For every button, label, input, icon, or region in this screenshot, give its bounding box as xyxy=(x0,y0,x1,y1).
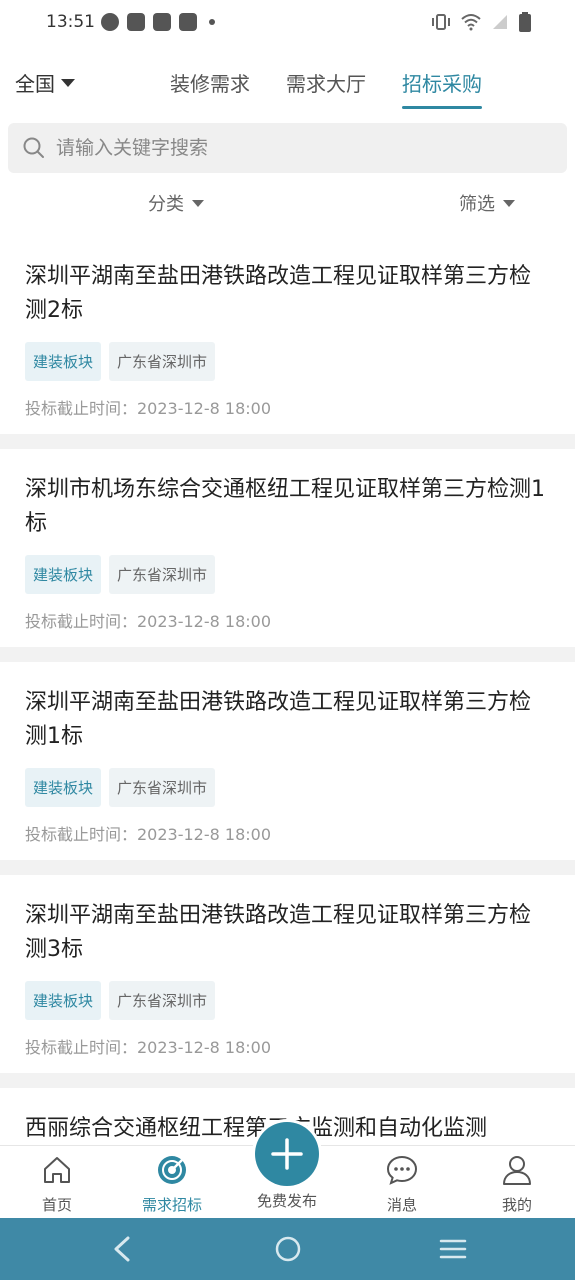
publish-button[interactable] xyxy=(255,1122,319,1186)
caret-down-icon xyxy=(192,199,204,207)
notification-icons xyxy=(101,13,215,31)
nav-messages[interactable]: 消息 xyxy=(357,1152,447,1215)
region-selector[interactable]: 全国 xyxy=(15,68,75,97)
system-status-icons xyxy=(431,12,531,32)
category-filter[interactable]: 分类 xyxy=(148,190,204,216)
nav-mine[interactable]: 我的 xyxy=(472,1152,562,1215)
search-icon xyxy=(23,137,44,158)
location-tag: 广东省深圳市 xyxy=(109,342,216,381)
nav-home-label: 首页 xyxy=(41,1196,72,1214)
bid-deadline: 投标截止时间：2023-12-8 18:00 xyxy=(25,825,272,844)
nav-publish-label: 免费发布 xyxy=(256,1192,317,1210)
sector-tag: 建装板块 xyxy=(25,555,102,594)
tab-bidding-procurement[interactable]: 招标采购 xyxy=(402,68,482,109)
list-item[interactable]: 深圳平湖南至盐田港铁路改造工程见证取样第三方检测1标 建装板块 广东省深圳市 投… xyxy=(0,647,575,860)
nav-mine-label: 我的 xyxy=(501,1196,532,1214)
nav-publish[interactable]: 免费发布 xyxy=(242,1190,332,1211)
user-icon xyxy=(503,1156,531,1185)
location-tag: 广东省深圳市 xyxy=(109,555,216,594)
wifi-icon xyxy=(461,14,481,31)
search-bar[interactable] xyxy=(8,123,567,173)
screen-filter[interactable]: 筛选 xyxy=(459,190,515,216)
item-tags: 建装板块 广东省深圳市 xyxy=(25,342,550,381)
vibrate-icon xyxy=(432,14,450,30)
system-navigation-bar xyxy=(0,1218,575,1280)
more-notifications-dot xyxy=(209,19,215,25)
caret-down-icon xyxy=(503,199,515,207)
home-circle-icon[interactable] xyxy=(273,1234,303,1264)
nav-demand-bidding[interactable]: 需求招标 xyxy=(127,1152,217,1215)
location-tag: 广东省深圳市 xyxy=(109,768,216,807)
bid-deadline: 投标截止时间：2023-12-8 18:00 xyxy=(25,399,272,418)
home-icon xyxy=(44,1157,70,1183)
shopping-bag-icon xyxy=(127,13,145,31)
tab-demand-hall[interactable]: 需求大厅 xyxy=(286,68,366,109)
nav-home[interactable]: 首页 xyxy=(12,1152,102,1215)
category-filter-label: 分类 xyxy=(148,194,184,215)
search-input[interactable] xyxy=(54,136,538,160)
item-title: 深圳平湖南至盐田港铁路改造工程见证取样第三方检测1标 xyxy=(25,690,532,749)
tab-decoration-demand[interactable]: 装修需求 xyxy=(170,68,250,109)
chat-bubble-icon xyxy=(386,1155,418,1185)
category-tabs: 装修需求 需求大厅 招标采购 xyxy=(170,68,482,109)
shopping-bag-icon xyxy=(153,13,171,31)
sector-tag: 建装板块 xyxy=(25,981,102,1020)
location-tag: 广东省深圳市 xyxy=(109,981,216,1020)
shopping-bag-icon xyxy=(179,13,197,31)
app-notification-icon xyxy=(101,13,119,31)
screen-filter-label: 筛选 xyxy=(459,194,495,215)
nav-demand-bidding-label: 需求招标 xyxy=(141,1196,202,1214)
item-tags: 建装板块 广东省深圳市 xyxy=(25,555,550,594)
list-item[interactable]: 深圳平湖南至盐田港铁路改造工程见证取样第三方检测3标 建装板块 广东省深圳市 投… xyxy=(0,860,575,1073)
caret-down-icon xyxy=(61,78,75,87)
item-title: 深圳平湖南至盐田港铁路改造工程见证取样第三方检测3标 xyxy=(25,903,532,962)
item-title: 深圳平湖南至盐田港铁路改造工程见证取样第三方检测2标 xyxy=(25,264,532,323)
item-tags: 建装板块 广东省深圳市 xyxy=(25,768,550,807)
list-item[interactable]: 深圳平湖南至盐田港铁路改造工程见证取样第三方检测2标 建装板块 广东省深圳市 投… xyxy=(0,236,575,434)
plus-icon xyxy=(271,1138,303,1170)
battery-icon xyxy=(519,12,531,32)
list-item[interactable]: 深圳市机场东综合交通枢纽工程见证取样第三方检测1标 建装板块 广东省深圳市 投标… xyxy=(0,434,575,647)
status-bar: 13:51 xyxy=(0,0,575,48)
sector-tag: 建装板块 xyxy=(25,342,102,381)
sector-tag: 建装板块 xyxy=(25,768,102,807)
region-label: 全国 xyxy=(15,72,55,96)
status-time: 13:51 xyxy=(46,12,95,32)
signal-icon xyxy=(493,15,507,29)
item-title: 深圳市机场东综合交通枢纽工程见证取样第三方检测1标 xyxy=(25,477,545,536)
back-icon[interactable] xyxy=(110,1234,134,1264)
top-navigation: 全国 装修需求 需求大厅 招标采购 xyxy=(0,56,575,116)
item-tags: 建装板块 广东省深圳市 xyxy=(25,981,550,1020)
bid-deadline: 投标截止时间：2023-12-8 18:00 xyxy=(25,612,272,631)
filter-row: 分类 筛选 xyxy=(0,186,575,222)
bid-deadline: 投标截止时间：2023-12-8 18:00 xyxy=(25,1038,272,1057)
target-icon xyxy=(158,1156,186,1184)
menu-icon[interactable] xyxy=(438,1234,468,1264)
nav-messages-label: 消息 xyxy=(386,1196,417,1214)
